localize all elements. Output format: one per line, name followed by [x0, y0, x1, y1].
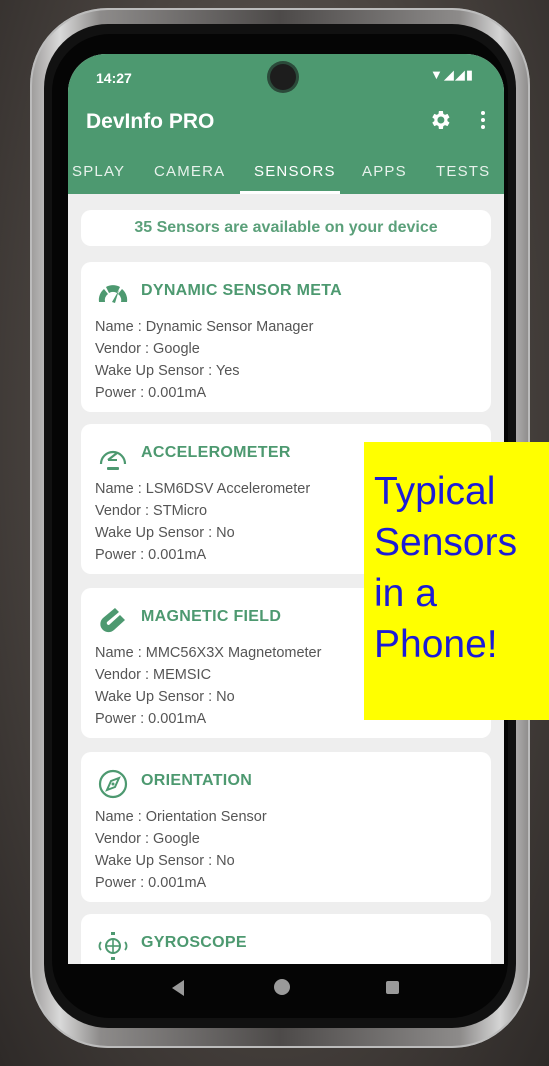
app-bar: DevInfo PRO	[68, 96, 504, 148]
callout-line: Phone!	[374, 623, 498, 666]
callout-line: Typical	[374, 470, 496, 513]
sensor-wakeup: Wake Up Sensor : No	[95, 525, 235, 541]
sensor-title: DYNAMIC SENSOR META	[141, 282, 342, 299]
sensor-power: Power : 0.001mA	[95, 711, 207, 727]
overflow-menu-icon[interactable]	[478, 108, 488, 134]
back-icon[interactable]	[172, 980, 184, 996]
sensor-vendor: Vendor : Google	[95, 341, 200, 357]
tab-bar: SPLAY CAMERA SENSORS APPS TESTS	[68, 148, 504, 194]
sensor-power: Power : 0.001mA	[95, 547, 207, 563]
sensor-details: Name : MMC56X3X Magnetometer Vendor : ME…	[95, 642, 321, 730]
sensor-details: Name : Orientation Sensor Vendor : Googl…	[95, 806, 267, 894]
navigation-bar	[68, 964, 504, 1018]
sensor-card[interactable]: ORIENTATION Name : Orientation Sensor Ve…	[81, 752, 491, 902]
sensor-details: Name : Dynamic Sensor Manager Vendor : G…	[95, 316, 313, 404]
callout-line: Sensors	[374, 521, 518, 564]
tab-apps[interactable]: APPS	[362, 163, 407, 180]
sensor-vendor: Vendor : MEMSIC	[95, 667, 212, 683]
sensor-title: GYROSCOPE	[141, 934, 247, 951]
sensor-wakeup: Wake Up Sensor : No	[95, 689, 235, 705]
sensor-name: Name : MMC56X3X Magnetometer	[95, 645, 322, 661]
status-icons: ▼◢◢▮	[429, 67, 474, 82]
speedometer-icon	[98, 285, 128, 303]
sensor-title: MAGNETIC FIELD	[141, 608, 282, 625]
sensor-card[interactable]: DYNAMIC SENSOR META Name : Dynamic Senso…	[81, 262, 491, 412]
sensor-name: Name : Orientation Sensor	[95, 809, 267, 825]
front-camera	[270, 64, 296, 90]
status-bar: 14:27 ▼◢◢▮	[68, 54, 504, 96]
sensor-vendor: Vendor : STMicro	[95, 503, 208, 519]
tab-tests[interactable]: TESTS	[436, 163, 490, 180]
sensor-power: Power : 0.001mA	[95, 385, 207, 401]
settings-gear-icon[interactable]	[428, 108, 452, 132]
sensor-card[interactable]: GYROSCOPE	[81, 914, 491, 964]
annotation-callout: Typical Sensors in a Phone!	[364, 442, 549, 720]
home-icon[interactable]	[274, 979, 290, 995]
status-time: 14:27	[96, 70, 132, 86]
sensor-name: Name : LSM6DSV Accelerometer	[95, 481, 311, 497]
sensor-count-banner: 35 Sensors are available on your device	[81, 210, 491, 246]
sensor-power: Power : 0.001mA	[95, 875, 207, 891]
sensor-name: Name : Dynamic Sensor Manager	[95, 319, 314, 335]
callout-line: in a	[374, 572, 437, 615]
accelerometer-gauge-icon	[99, 450, 127, 470]
sensor-title: ACCELEROMETER	[141, 444, 291, 461]
tab-camera[interactable]: CAMERA	[154, 163, 225, 180]
sensor-wakeup: Wake Up Sensor : Yes	[95, 363, 240, 379]
sensor-details: Name : LSM6DSV Accelerometer Vendor : ST…	[95, 478, 310, 566]
recents-icon[interactable]	[386, 981, 399, 994]
sensor-vendor: Vendor : Google	[95, 831, 200, 847]
magnet-icon	[100, 608, 126, 633]
sensor-title: ORIENTATION	[141, 772, 253, 789]
gyroscope-icon	[98, 932, 128, 960]
tab-display[interactable]: SPLAY	[72, 163, 125, 180]
compass-icon	[98, 769, 128, 799]
sensor-wakeup: Wake Up Sensor : No	[95, 853, 235, 869]
app-title: DevInfo PRO	[86, 110, 215, 133]
tab-sensors[interactable]: SENSORS	[254, 163, 336, 180]
